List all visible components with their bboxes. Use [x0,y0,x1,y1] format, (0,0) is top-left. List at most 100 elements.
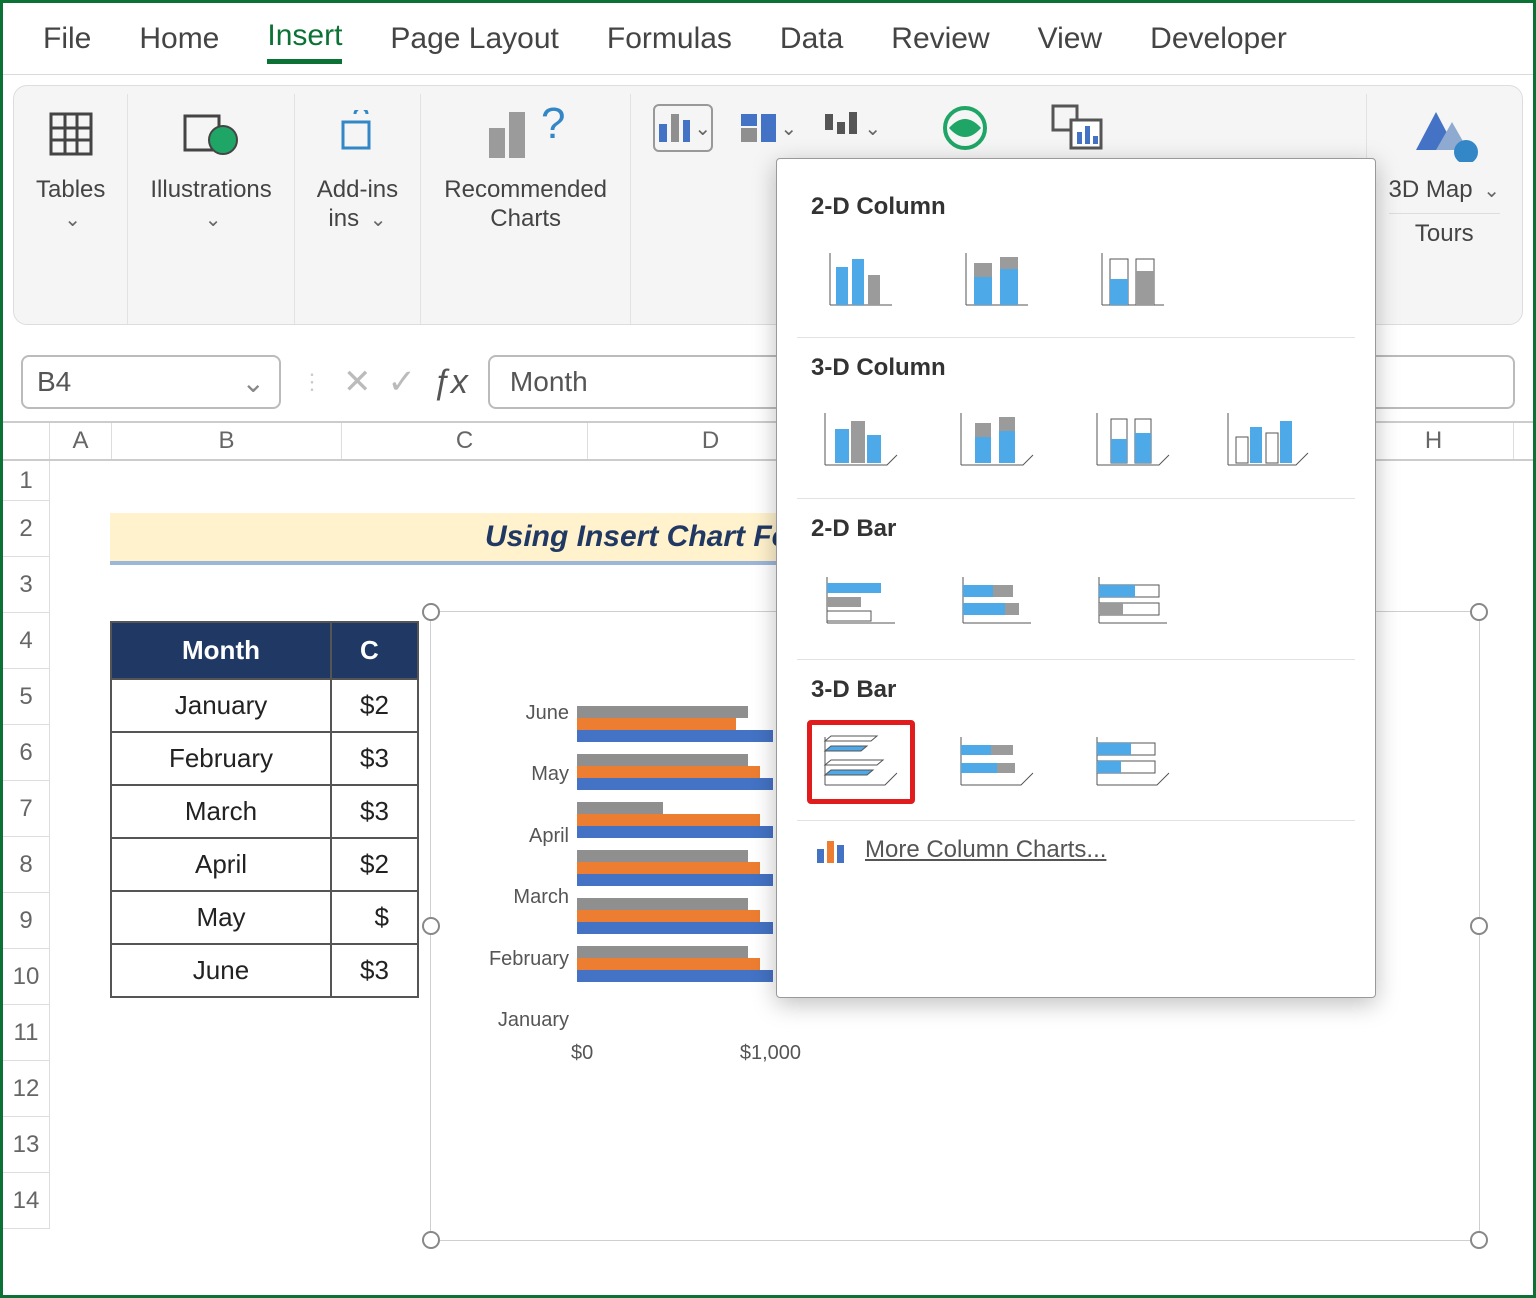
100-stacked-column[interactable] [1079,237,1187,321]
y-tick: January [481,1009,569,1032]
addins-icon [333,104,381,164]
y-tick: February [481,948,569,971]
table-row: February$3 [111,732,418,785]
ribbon-group-illustrations[interactable]: Illustrations [128,94,294,324]
3d-100-stacked-column[interactable] [1079,398,1187,482]
section-3d-column: 3-D Column [811,354,1341,382]
maps-button[interactable] [935,104,995,152]
tab-view[interactable]: View [1038,16,1102,62]
3d-stacked-bar[interactable] [943,720,1051,804]
resize-handle[interactable] [1470,1231,1488,1249]
row-14[interactable]: 14 [3,1173,50,1229]
resize-handle[interactable] [1470,603,1488,621]
name-box-value: B4 [37,366,71,398]
ribbon-group-addins[interactable]: Add-insins [295,94,421,324]
row-4[interactable]: 4 [3,613,50,669]
chart-mini-buttons [631,94,1131,162]
header-col2: C [331,622,418,679]
row-7[interactable]: 7 [3,781,50,837]
enter-icon[interactable]: ✓ [388,362,417,402]
header-month: Month [111,622,331,679]
100-stacked-bar[interactable] [1079,559,1187,643]
x-tick: $0 [571,1042,593,1065]
more-charts-label: More Column Charts... [865,836,1106,864]
col-b[interactable]: B [112,423,342,459]
hierarchy-chart-button[interactable] [737,104,797,152]
resize-handle[interactable] [422,1231,440,1249]
table-row: May$ [111,891,418,944]
ribbon-tabs: File Home Insert Page Layout Formulas Da… [3,3,1533,75]
formula-value: Month [510,366,588,398]
3d-column[interactable] [1215,398,1323,482]
fx-icon[interactable]: ƒx [432,363,468,402]
resize-handle[interactable] [422,603,440,621]
recommended-charts-icon: ? [483,104,569,164]
tab-formulas[interactable]: Formulas [607,16,732,62]
row-3[interactable]: 3 [3,557,50,613]
3d-map-label: 3D Map [1389,176,1473,203]
column-chart-button[interactable] [653,104,713,152]
resize-handle[interactable] [1470,917,1488,935]
tab-file[interactable]: File [43,16,91,62]
chart-icon [815,835,849,865]
tab-developer[interactable]: Developer [1150,16,1287,62]
tab-data[interactable]: Data [780,16,843,62]
3d-100-stacked-bar[interactable] [1079,720,1187,804]
table-row: April$2 [111,838,418,891]
name-box[interactable]: B4 ⌄ [21,355,281,409]
tab-home[interactable]: Home [139,16,219,62]
row-6[interactable]: 6 [3,725,50,781]
row-5[interactable]: 5 [3,669,50,725]
row-9[interactable]: 9 [3,893,50,949]
tab-insert[interactable]: Insert [267,13,342,64]
section-2d-column: 2-D Column [811,193,1341,221]
tables-label: Tables [36,176,105,203]
chevron-down-icon: ⌄ [242,366,265,399]
clustered-bar[interactable] [807,559,915,643]
tours-label: Tours [1389,213,1500,248]
y-tick: June [481,702,569,725]
waterfall-chart-button[interactable] [821,104,881,152]
row-8[interactable]: 8 [3,837,50,893]
3d-clustered-column[interactable] [807,398,915,482]
pivotchart-button[interactable] [1049,104,1109,152]
data-table: Month C January$2 February$3 March$3 Apr… [110,621,419,998]
row-10[interactable]: 10 [3,949,50,1005]
ribbon-group-tables[interactable]: Tables [14,94,128,324]
illustrations-icon [183,104,239,164]
formula-bar-controls: ✕ ✓ ƒx [343,362,468,402]
cancel-icon[interactable]: ✕ [343,362,372,402]
3d-map-icon [1410,104,1478,164]
section-3d-bar: 3-D Bar [811,676,1341,704]
col-c[interactable]: C [342,423,588,459]
addins-label: Add-ins [317,176,398,203]
more-column-charts[interactable]: More Column Charts... [797,820,1355,879]
ribbon-group-recommended-charts[interactable]: ? Recommended Charts [421,94,631,324]
recommended-charts-label: Recommended Charts [443,176,608,234]
tables-icon [47,104,95,164]
tab-review[interactable]: Review [891,16,989,62]
row-1[interactable]: 1 [3,461,50,501]
row-13[interactable]: 13 [3,1117,50,1173]
col-h[interactable]: H [1354,423,1514,459]
tab-page-layout[interactable]: Page Layout [390,16,558,62]
row-11[interactable]: 11 [3,1005,50,1061]
table-row: June$3 [111,944,418,997]
col-a[interactable]: A [50,423,112,459]
x-tick: $1,000 [740,1042,801,1065]
resize-handle[interactable] [422,917,440,935]
row-12[interactable]: 12 [3,1061,50,1117]
3d-clustered-bar[interactable] [807,720,915,804]
illustrations-label: Illustrations [150,176,271,203]
table-row: March$3 [111,785,418,838]
stacked-bar[interactable] [943,559,1051,643]
stacked-column[interactable] [943,237,1051,321]
row-headers: 1 2 3 4 5 6 7 8 9 10 11 12 13 14 [3,461,50,1229]
y-tick: May [481,763,569,786]
clustered-column[interactable] [807,237,915,321]
3d-stacked-column[interactable] [943,398,1051,482]
y-tick: March [481,886,569,909]
section-2d-bar: 2-D Bar [811,515,1341,543]
ribbon-group-3d-map[interactable]: 3D Map Tours [1366,94,1522,324]
row-2[interactable]: 2 [3,501,50,557]
